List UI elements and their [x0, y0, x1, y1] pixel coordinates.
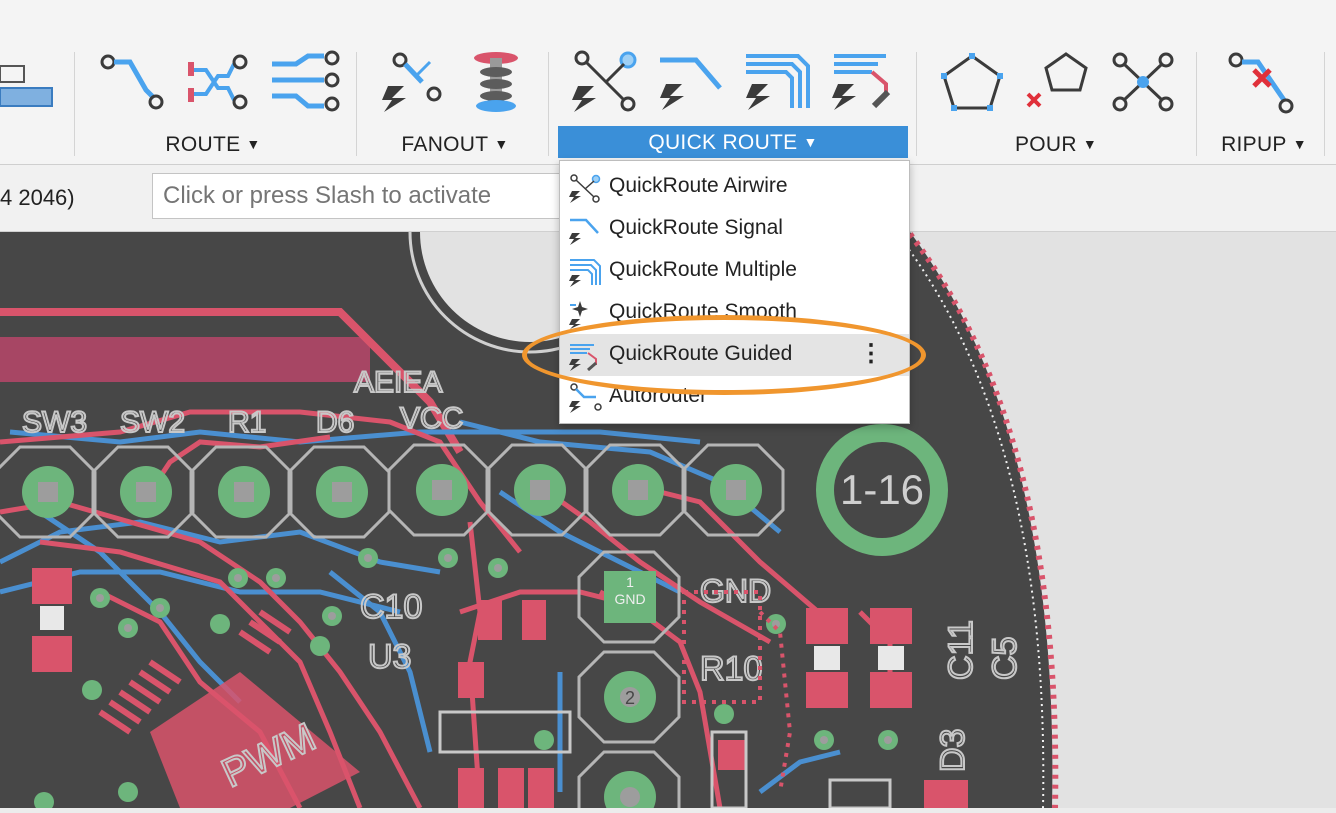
silk-d6: D6 [316, 406, 354, 439]
menu-item-quickroute-signal[interactable]: QuickRoute Signal [560, 208, 909, 250]
signal-icon [569, 218, 599, 245]
pad-number-1: 1 [626, 574, 634, 590]
via-stack-icon [474, 52, 518, 112]
menu-item-autorouter[interactable]: Autorouter [560, 376, 909, 418]
quickroute-airwire-tool[interactable] [570, 48, 642, 112]
route-manual-tool[interactable] [96, 50, 168, 114]
airwire-icon [569, 174, 601, 203]
guided-icon [569, 344, 597, 371]
separator [74, 52, 75, 156]
silk-c5: C5 [986, 637, 1024, 680]
pad-label-gnd: GND [614, 591, 645, 607]
menu-item-quickroute-smooth[interactable]: QuickRoute Smooth [560, 292, 909, 334]
silk-c10: C10 [360, 588, 422, 626]
separator [916, 52, 917, 156]
route-multiple-tool[interactable] [268, 50, 340, 114]
ripup-group-button[interactable]: RIPUP ▼ [1216, 132, 1312, 156]
menu-item-quickroute-multiple[interactable]: QuickRoute Multiple [560, 250, 909, 292]
menu-item-label: QuickRoute Airwire [609, 174, 788, 197]
route-differential-pair-tool[interactable] [180, 50, 252, 114]
coordinate-readout: 4 2046) [0, 185, 75, 210]
quickroute-signal-tool[interactable] [656, 48, 728, 112]
toolbar: ROUTE ▼ FANOUT ▼ QUICK ROUTE ▼ POUR ▼ RI… [0, 0, 1336, 165]
polygon-tool[interactable] [936, 50, 1008, 114]
quickroute-airwire-icon [572, 50, 637, 112]
fanout-group-button[interactable]: FANOUT ▼ [392, 132, 518, 156]
silk-layer-range: 1-16 [840, 466, 924, 513]
silk-u3: U3 [368, 638, 411, 676]
quickroute-guided-tool[interactable] [828, 48, 900, 112]
silk-d3: D3 [934, 729, 972, 772]
silk-sw3: SW3 [22, 406, 87, 439]
route-multiple-icon [272, 50, 340, 112]
ripup-icon [1228, 52, 1294, 114]
smooth-icon [569, 301, 588, 329]
silk-sw2: SW2 [120, 406, 185, 439]
separator [1196, 52, 1197, 156]
name-polygon-tool[interactable] [1108, 50, 1180, 114]
autorouter-icon [569, 383, 602, 413]
pad-number-2: 2 [625, 688, 635, 708]
ripup-tool[interactable] [1226, 50, 1298, 114]
quickroute-dropdown-menu: QuickRoute Airwire QuickRoute Signal Qui… [559, 160, 910, 424]
menu-item-label: QuickRoute Guided [609, 342, 793, 365]
silk-aeiea: AEIEA [354, 366, 442, 399]
silk-r10: R10 [700, 650, 762, 688]
separator [356, 52, 357, 156]
separator [1324, 52, 1325, 156]
layer-tool-icon[interactable] [0, 62, 56, 112]
ripup-polygon-icon [1026, 52, 1088, 108]
silk-r1: R1 [228, 406, 266, 439]
name-polygon-icon [1112, 52, 1174, 112]
silk-c11: C11 [942, 620, 980, 680]
menu-item-quickroute-airwire[interactable]: QuickRoute Airwire [560, 166, 909, 208]
menu-item-label: QuickRoute Signal [609, 216, 783, 239]
quickroute-guided-icon [832, 54, 891, 110]
ripup-polygon-tool[interactable] [1022, 50, 1094, 114]
menu-item-label: Autorouter [609, 384, 708, 407]
fanout-icon [382, 52, 442, 112]
quickroute-signal-icon [660, 57, 722, 110]
quickroute-multiple-tool[interactable] [742, 48, 814, 112]
menu-item-quickroute-guided[interactable]: QuickRoute Guided ⋮ [560, 334, 909, 376]
fanout-tool[interactable] [378, 50, 450, 114]
separator [548, 52, 549, 156]
menu-item-label: QuickRoute Multiple [609, 258, 797, 281]
via-stack-tool[interactable] [460, 50, 532, 114]
quickroute-multiple-icon [746, 54, 810, 110]
route-differential-pair-icon [188, 54, 248, 110]
route-group-button[interactable]: ROUTE ▼ [160, 132, 266, 156]
pour-group-button[interactable]: POUR ▼ [1008, 132, 1104, 156]
polygon-icon [941, 53, 1003, 111]
silk-vcc: VCC [400, 402, 463, 435]
quickroute-group-button[interactable]: QUICK ROUTE ▼ [558, 126, 908, 158]
menu-item-label: QuickRoute Smooth [609, 300, 797, 323]
more-options-icon[interactable]: ⋮ [859, 340, 883, 368]
route-manual-icon [100, 54, 164, 110]
multiple-icon [569, 259, 601, 287]
